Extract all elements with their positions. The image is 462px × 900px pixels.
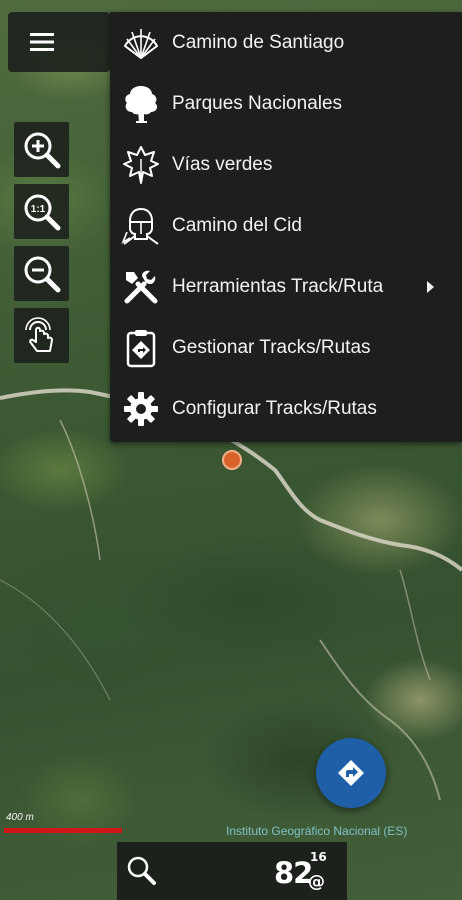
dropdown-menu: Camino de Santiago Parques Nacionales Ví…: [110, 12, 462, 442]
menu-item-label: Camino de Santiago: [172, 31, 345, 53]
status-superscript: 16: [310, 850, 327, 864]
touch-hand-icon: [24, 316, 53, 352]
menu-item-gestionar[interactable]: Gestionar Tracks/Rutas: [110, 317, 462, 378]
zoom-reset-text: 1:1: [30, 204, 45, 215]
menu-item-configurar[interactable]: Configurar Tracks/Rutas: [110, 378, 462, 439]
search-button[interactable]: [121, 850, 161, 890]
scale-label: 400 m: [6, 812, 34, 823]
menu-item-parques-nacionales[interactable]: Parques Nacionales: [110, 73, 462, 134]
gear-icon: [120, 388, 162, 430]
knight-icon: [120, 205, 162, 247]
menu-item-label: Camino del Cid: [172, 214, 302, 236]
menu-button[interactable]: [8, 12, 110, 72]
zoom-in-button[interactable]: [14, 122, 69, 177]
touch-mode-button[interactable]: [14, 308, 69, 363]
status-value: 82: [274, 856, 313, 890]
hamburger-icon: [30, 33, 54, 51]
bottom-status-bar: 82 16 @: [117, 842, 347, 900]
directions-button[interactable]: [316, 738, 386, 808]
scale-bar: [4, 828, 122, 833]
menu-item-camino-santiago[interactable]: Camino de Santiago: [110, 12, 462, 73]
menu-item-vias-verdes[interactable]: Vías verdes: [110, 134, 462, 195]
tree-icon: [120, 83, 162, 125]
menu-item-camino-cid[interactable]: Camino del Cid: [110, 195, 462, 256]
menu-item-label: Herramientas Track/Ruta: [172, 275, 384, 297]
menu-item-label: Parques Nacionales: [172, 92, 343, 114]
submenu-arrow-icon: [427, 280, 434, 293]
menu-item-label: Configurar Tracks/Rutas: [172, 397, 377, 419]
menu-item-label: Gestionar Tracks/Rutas: [172, 336, 371, 358]
search-icon: [127, 856, 156, 885]
clipboard-route-icon: [120, 327, 162, 369]
directions-icon: [338, 760, 364, 786]
tools-icon: [120, 266, 162, 308]
status-subscript: @: [308, 872, 325, 892]
map-attribution[interactable]: Instituto Geográfico Nacional (ES): [226, 824, 407, 838]
zoom-out-icon: [24, 256, 60, 292]
menu-item-label: Vías verdes: [172, 153, 273, 175]
leaf-icon: [120, 144, 162, 186]
scallop-shell-icon: [120, 22, 162, 64]
menu-item-herramientas[interactable]: Herramientas Track/Ruta: [110, 256, 462, 317]
location-marker[interactable]: [222, 450, 242, 470]
zoom-out-button[interactable]: [14, 246, 69, 301]
zoom-in-icon: [24, 132, 60, 168]
zoom-reset-button[interactable]: 1:1: [14, 184, 69, 239]
zoom-reset-icon: 1:1: [24, 194, 60, 230]
